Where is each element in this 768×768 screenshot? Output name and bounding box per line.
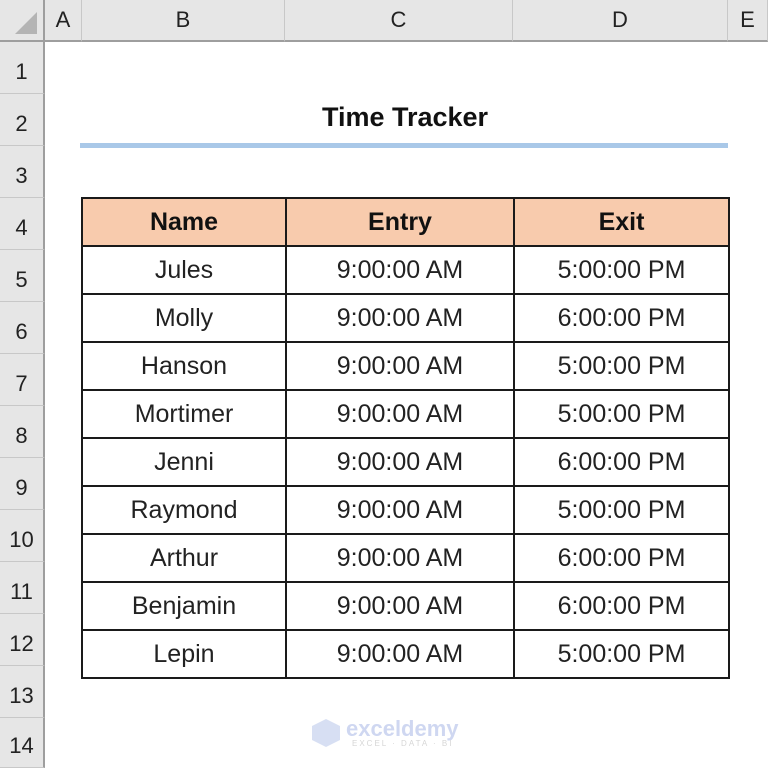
table-row: Raymond 9:00:00 AM 5:00:00 PM	[81, 485, 730, 535]
row-header-9[interactable]: 9	[0, 458, 45, 510]
row-header-14[interactable]: 14	[0, 718, 45, 768]
cell-exit[interactable]: 6:00:00 PM	[513, 293, 730, 343]
watermark: exceldemy EXCEL · DATA · BI	[312, 718, 459, 748]
row-header-11[interactable]: 11	[0, 562, 45, 614]
row-header-10[interactable]: 10	[0, 510, 45, 562]
table-row: Mortimer 9:00:00 AM 5:00:00 PM	[81, 389, 730, 439]
column-header-b[interactable]: B	[82, 0, 285, 42]
cell-exit[interactable]: 5:00:00 PM	[513, 485, 730, 535]
row-header-2[interactable]: 2	[0, 94, 45, 146]
table-header-row: Name Entry Exit	[81, 197, 730, 247]
row-header-12[interactable]: 12	[0, 614, 45, 666]
watermark-brand: exceldemy	[346, 716, 459, 741]
cell-entry[interactable]: 9:00:00 AM	[285, 485, 515, 535]
cell-name[interactable]: Mortimer	[81, 389, 287, 439]
header-entry[interactable]: Entry	[285, 197, 515, 247]
cell-entry[interactable]: 9:00:00 AM	[285, 293, 515, 343]
cell-exit[interactable]: 6:00:00 PM	[513, 581, 730, 631]
row-header-7[interactable]: 7	[0, 354, 45, 406]
table-row: Molly 9:00:00 AM 6:00:00 PM	[81, 293, 730, 343]
header-exit[interactable]: Exit	[513, 197, 730, 247]
title-underline	[80, 143, 728, 148]
row-header-13[interactable]: 13	[0, 666, 45, 718]
cell-entry[interactable]: 9:00:00 AM	[285, 533, 515, 583]
cell-entry[interactable]: 9:00:00 AM	[285, 389, 515, 439]
row-header-6[interactable]: 6	[0, 302, 45, 354]
select-all-corner[interactable]	[0, 0, 45, 42]
table-row: Arthur 9:00:00 AM 6:00:00 PM	[81, 533, 730, 583]
time-table: Name Entry Exit Jules 9:00:00 AM 5:00:00 P…	[81, 197, 730, 679]
row-header-8[interactable]: 8	[0, 406, 45, 458]
cell-exit[interactable]: 5:00:00 PM	[513, 341, 730, 391]
row-header-3[interactable]: 3	[0, 146, 45, 198]
table-row: Jules 9:00:00 AM 5:00:00 PM	[81, 245, 730, 295]
cell-entry[interactable]: 9:00:00 AM	[285, 629, 515, 679]
cell-name[interactable]: Lepin	[81, 629, 287, 679]
cell-name[interactable]: Hanson	[81, 341, 287, 391]
table-row: Benjamin 9:00:00 AM 6:00:00 PM	[81, 581, 730, 631]
row-header-5[interactable]: 5	[0, 250, 45, 302]
table-row: Hanson 9:00:00 AM 5:00:00 PM	[81, 341, 730, 391]
exceldemy-logo-icon	[312, 719, 340, 747]
select-all-triangle-icon	[15, 12, 37, 34]
cell-entry[interactable]: 9:00:00 AM	[285, 581, 515, 631]
cell-name[interactable]: Molly	[81, 293, 287, 343]
table-row: Lepin 9:00:00 AM 5:00:00 PM	[81, 629, 730, 679]
column-header-a[interactable]: A	[45, 0, 82, 42]
cell-entry[interactable]: 9:00:00 AM	[285, 245, 515, 295]
cell-name[interactable]: Jules	[81, 245, 287, 295]
watermark-tagline: EXCEL · DATA · BI	[352, 739, 454, 748]
table-row: Jenni 9:00:00 AM 6:00:00 PM	[81, 437, 730, 487]
cell-name[interactable]: Raymond	[81, 485, 287, 535]
cell-exit[interactable]: 6:00:00 PM	[513, 437, 730, 487]
cell-name[interactable]: Arthur	[81, 533, 287, 583]
column-header-c[interactable]: C	[285, 0, 513, 42]
cell-exit[interactable]: 6:00:00 PM	[513, 533, 730, 583]
cell-exit[interactable]: 5:00:00 PM	[513, 389, 730, 439]
cell-exit[interactable]: 5:00:00 PM	[513, 245, 730, 295]
column-header-e[interactable]: E	[728, 0, 768, 42]
cell-name[interactable]: Benjamin	[81, 581, 287, 631]
row-header-4[interactable]: 4	[0, 198, 45, 250]
cell-name[interactable]: Jenni	[81, 437, 287, 487]
row-header-1[interactable]: 1	[0, 42, 45, 94]
cell-entry[interactable]: 9:00:00 AM	[285, 437, 515, 487]
cell-entry[interactable]: 9:00:00 AM	[285, 341, 515, 391]
column-header-d[interactable]: D	[513, 0, 728, 42]
sheet-title[interactable]: Time Tracker	[82, 94, 728, 140]
header-name[interactable]: Name	[81, 197, 287, 247]
cell-exit[interactable]: 5:00:00 PM	[513, 629, 730, 679]
